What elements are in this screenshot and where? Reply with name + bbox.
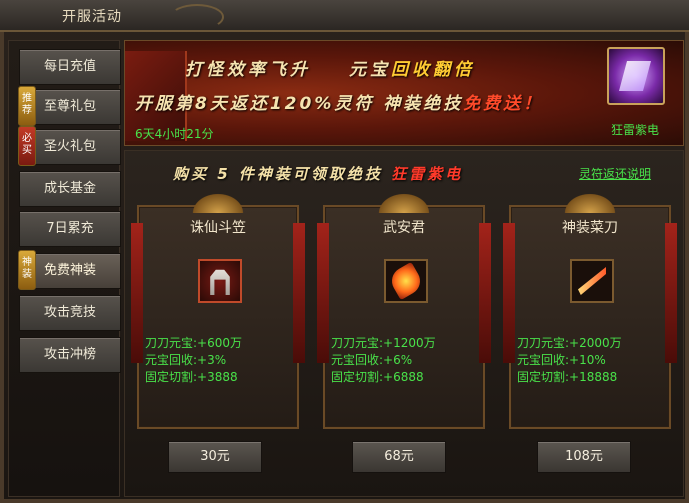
sidebar-item-holyfire-pack[interactable]: 必买 圣火礼包: [18, 126, 121, 166]
banner-line-1b-prefix: 元宝: [349, 60, 391, 80]
sidebar-item-attack-arena[interactable]: 攻击竞技: [19, 295, 121, 331]
gear-card-3: 神装菜刀 刀刀元宝:+2000万 元宝回收:+10% 固定切割:+18888: [503, 191, 677, 429]
crest-ornament-icon: [189, 191, 247, 213]
banner-line-1: 打怪效率飞升: [185, 60, 311, 80]
promo-banner: 打怪效率飞升 元宝回收翻倍 开服第8天返还120%灵符 神装绝技免费送！ 6天4…: [124, 40, 684, 146]
buy-button-3[interactable]: 108元: [537, 441, 631, 473]
must-buy-badge: 必买: [18, 126, 36, 166]
reward-headline-prefix: 购买 5 件神装可领取绝技: [173, 165, 383, 183]
sidebar-item-label: 至尊礼包: [43, 99, 96, 114]
sidebar-item-free-gear[interactable]: 神装 免费神装: [18, 250, 121, 290]
stat-line: 固定切割:+18888: [517, 370, 618, 384]
ribbon-left: [503, 223, 515, 363]
crest-ornament-icon: [561, 191, 619, 213]
gear-name: 诛仙斗笠: [190, 220, 246, 236]
gear-stats: 刀刀元宝:+2000万 元宝回收:+10% 固定切割:+18888: [517, 335, 622, 386]
gear-card-1: 诛仙斗笠 刀刀元宝:+600万 元宝回收:+3% 固定切割:+3888: [131, 191, 305, 429]
ribbon-right: [479, 223, 491, 363]
stat-line: 元宝回收:+10%: [517, 353, 606, 367]
fire-blade-icon: [386, 261, 426, 301]
ribbon-left: [131, 223, 143, 363]
stat-line: 元宝回收:+3%: [145, 353, 227, 367]
stat-line: 固定切割:+6888: [331, 370, 424, 384]
sidebar-item-label: 成长基金: [43, 181, 96, 196]
sidebar-item-growth-fund[interactable]: 成长基金: [19, 171, 121, 207]
item-slot[interactable]: [570, 259, 614, 303]
banner-line-2: 开服第8天返还120%灵符 神装绝技免费送！: [135, 89, 543, 114]
title-bar: 开服活动: [0, 0, 689, 32]
item-slot[interactable]: [384, 259, 428, 303]
lightning-skill-icon: [618, 61, 652, 91]
ribbon-left: [317, 223, 329, 363]
banner-line-2-prefix: 开服第8天返还120%灵符 神装绝技: [135, 94, 464, 114]
ribbon-right: [293, 223, 305, 363]
sidebar-item-7day-recharge[interactable]: 7日累充: [19, 211, 121, 247]
sidebar-item-label: 每日充值: [43, 59, 96, 74]
sidebar: 每日充值 推荐 至尊礼包 必买 圣火礼包 成长基金 7日累充 神装 免费神装 攻…: [8, 40, 121, 497]
main-panel: 购买 5 件神装可领取绝技 狂雷紫电 灵符返还说明 诛仙斗笠 刀刀元宝:+600…: [124, 150, 684, 497]
item-slot[interactable]: [198, 259, 242, 303]
gear-name: 武安君: [383, 220, 425, 236]
window-title: 开服活动: [62, 9, 122, 25]
title-ornament-icon: [170, 4, 224, 30]
gear-stats: 刀刀元宝:+1200万 元宝回收:+6% 固定切割:+6888: [331, 335, 436, 386]
gear-badge: 神装: [18, 250, 36, 290]
skill-preview-button[interactable]: [607, 47, 665, 105]
helmet-icon: [210, 269, 230, 295]
sidebar-item-label: 免费神装: [43, 263, 96, 278]
buy-button-1[interactable]: 30元: [168, 441, 262, 473]
skill-name-label: 狂雷紫电: [610, 123, 659, 137]
buy-button-2[interactable]: 68元: [352, 441, 446, 473]
stat-line: 刀刀元宝:+600万: [145, 336, 243, 350]
gear-name: 神装菜刀: [562, 220, 618, 236]
reward-headline-hot: 狂雷紫电: [391, 165, 464, 183]
recommend-badge: 推荐: [18, 86, 36, 126]
sidebar-item-label: 攻击竞技: [43, 305, 96, 320]
stat-line: 刀刀元宝:+1200万: [331, 336, 436, 350]
sidebar-item-label: 7日累充: [46, 221, 94, 236]
sidebar-item-label: 攻击冲榜: [43, 347, 96, 362]
sidebar-item-daily-recharge[interactable]: 每日充值: [19, 49, 121, 85]
reward-headline: 购买 5 件神装可领取绝技 狂雷紫电: [173, 163, 463, 184]
banner-line-2-hot: 免费送！: [463, 94, 544, 114]
stat-line: 刀刀元宝:+2000万: [517, 336, 622, 350]
rune-refund-help-link[interactable]: 灵符返还说明: [579, 165, 651, 182]
cleaver-icon: [578, 267, 606, 295]
gear-card-2: 武安君 刀刀元宝:+1200万 元宝回收:+6% 固定切割:+6888: [317, 191, 491, 429]
sidebar-item-supreme-pack[interactable]: 推荐 至尊礼包: [18, 86, 121, 126]
crest-ornament-icon: [375, 191, 433, 213]
stat-line: 固定切割:+3888: [145, 370, 238, 384]
gear-stats: 刀刀元宝:+600万 元宝回收:+3% 固定切割:+3888: [145, 335, 242, 386]
countdown-timer: 6天4小时21分: [135, 127, 214, 141]
sidebar-item-label: 圣火礼包: [43, 139, 96, 154]
banner-line-1b: 元宝回收翻倍: [349, 55, 475, 80]
sidebar-item-attack-ranking[interactable]: 攻击冲榜: [19, 337, 121, 373]
ribbon-right: [665, 223, 677, 363]
banner-line-1b-hot: 回收翻倍: [391, 60, 475, 80]
stat-line: 元宝回收:+6%: [331, 353, 413, 367]
